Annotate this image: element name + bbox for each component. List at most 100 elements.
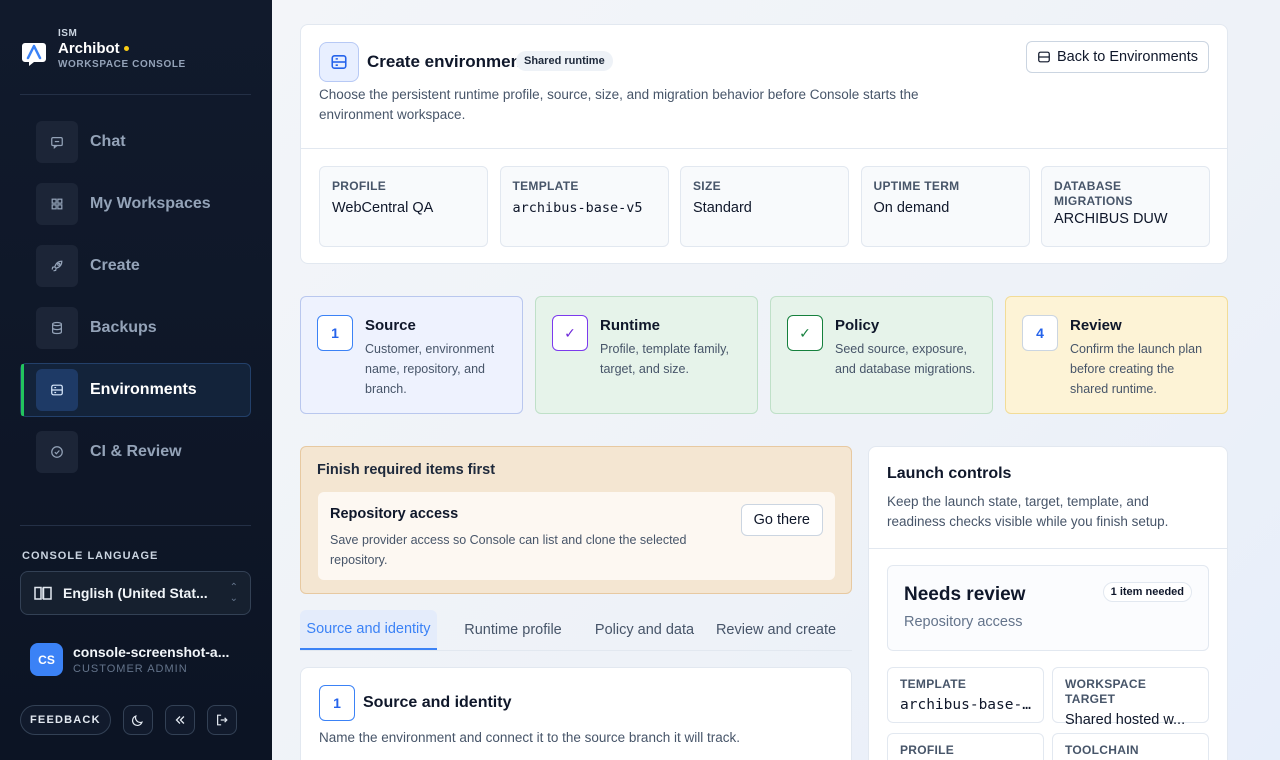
step-description: Customer, environment name, repository, … xyxy=(365,342,495,396)
brand[interactable]: ISM Archibot WORKSPACE CONSOLE xyxy=(20,28,186,70)
required-item-description: Save provider access so Console can list… xyxy=(330,533,687,567)
step-description: Seed source, exposure, and database migr… xyxy=(835,342,976,376)
section-tabs: Source and identity Runtime profile Poli… xyxy=(300,610,852,651)
collapse-sidebar-button[interactable] xyxy=(164,705,195,735)
field-label: TOOLCHAIN xyxy=(1065,743,1139,757)
wizard-steps: 1 Source Customer, environment name, rep… xyxy=(300,296,1228,414)
required-items-panel: Finish required items first Repository a… xyxy=(300,446,852,594)
sidebar-item-ci-review[interactable]: CI & Review xyxy=(20,425,251,479)
tab-review-and-create[interactable]: Review and create xyxy=(700,610,852,650)
summary-size: SIZE Standard xyxy=(680,166,849,247)
summary-template: TEMPLATE archibus-base-v5 xyxy=(499,166,669,247)
summary-database-migrations: DATABASE MIGRATIONS ARCHIBUS DUW xyxy=(1041,166,1210,247)
brand-tag: ISM xyxy=(58,28,78,39)
sidebar-divider xyxy=(20,94,251,95)
sidebar-item-label: Create xyxy=(90,257,140,274)
archibot-logo-icon xyxy=(22,43,46,66)
sidebar-item-chat[interactable]: Chat xyxy=(20,115,251,169)
field-value: WebCentral QA xyxy=(332,200,434,216)
feedback-button[interactable]: FEEDBACK xyxy=(20,705,111,735)
launch-summary: TEMPLATE archibus-base-v5 WORKSPACE TARG… xyxy=(887,667,1209,760)
status-detail: Repository access xyxy=(904,614,1023,630)
theme-toggle-button[interactable] xyxy=(122,705,153,735)
page-title: Create environment xyxy=(367,52,527,71)
page-description: Choose the persistent runtime profile, s… xyxy=(319,87,919,122)
step-review[interactable]: 4 Review Confirm the launch plan before … xyxy=(1005,296,1228,414)
field-label: TEMPLATE xyxy=(900,677,967,691)
launch-toolchain: TOOLCHAIN xyxy=(1052,733,1209,760)
field-label: SIZE xyxy=(693,179,721,193)
field-label: TEMPLATE xyxy=(512,179,579,193)
sidebar-item-label: CI & Review xyxy=(90,443,182,460)
step-title: Review xyxy=(1070,317,1122,334)
language-section-title: CONSOLE LANGUAGE xyxy=(22,550,159,562)
step-runtime[interactable]: ✓ Runtime Profile, template family, targ… xyxy=(535,296,758,414)
language-value: English (United Stat... xyxy=(63,585,208,601)
launch-status: Needs review Repository access 1 item ne… xyxy=(887,565,1209,651)
chevron-updown-icon: ⌃ ⌄ xyxy=(229,582,238,604)
brand-name: Archibot xyxy=(58,40,120,57)
step-title: Runtime xyxy=(600,317,660,334)
sidebar-item-my-workspaces[interactable]: My Workspaces xyxy=(20,177,251,231)
summary-profile: PROFILE WebCentral QA xyxy=(319,166,488,247)
field-label: DATABASE MIGRATIONS xyxy=(1054,179,1133,208)
source-identity-section: 1 Source and identity Name the environme… xyxy=(300,667,852,760)
field-value: ARCHIBUS DUW xyxy=(1054,211,1168,227)
required-item: Repository access Save provider access s… xyxy=(318,492,835,580)
field-value: Shared hosted w... xyxy=(1065,712,1186,728)
step-title: Policy xyxy=(835,317,880,334)
field-label: PROFILE xyxy=(900,743,955,757)
tab-policy-and-data[interactable]: Policy and data xyxy=(589,610,700,650)
field-value: On demand xyxy=(873,200,950,216)
tab-runtime-profile[interactable]: Runtime profile xyxy=(437,610,589,650)
sidebar-item-backups[interactable]: Backups xyxy=(20,301,251,355)
runtime-badge: Shared runtime xyxy=(516,51,613,71)
logout-icon xyxy=(216,714,228,726)
launch-controls-panel: Launch controls Keep the launch state, t… xyxy=(868,446,1228,760)
step-title: Source xyxy=(365,317,416,334)
section-description: Name the environment and connect it to t… xyxy=(319,730,740,745)
divider xyxy=(869,548,1227,549)
launch-profile: PROFILE xyxy=(887,733,1044,760)
server-icon xyxy=(1038,51,1050,63)
check-icon: ✓ xyxy=(787,315,823,351)
sidebar-item-create[interactable]: Create xyxy=(20,239,251,293)
sidebar-item-environments[interactable]: Environments xyxy=(20,363,251,417)
check-circle-icon xyxy=(36,431,78,473)
main-content: Create environment Shared runtime Choose… xyxy=(272,0,1280,760)
database-icon xyxy=(36,307,78,349)
sidebar: ISM Archibot WORKSPACE CONSOLE Chat My W… xyxy=(0,0,272,760)
create-environment-card: Create environment Shared runtime Choose… xyxy=(300,24,1228,264)
rocket-icon xyxy=(36,245,78,287)
go-there-button[interactable]: Go there xyxy=(740,504,823,536)
field-label: WORKSPACE TARGET xyxy=(1065,677,1147,706)
section-number: 1 xyxy=(319,685,355,721)
section-title: Source and identity xyxy=(363,694,512,711)
step-policy[interactable]: ✓ Policy Seed source, exposure, and data… xyxy=(770,296,993,414)
moon-icon xyxy=(131,715,143,726)
user-profile[interactable]: CS console-screenshot-a... CUSTOMER ADMI… xyxy=(30,643,238,676)
required-items-title: Finish required items first xyxy=(317,462,496,478)
status-title: Needs review xyxy=(904,584,1026,605)
field-value: Standard xyxy=(693,200,752,216)
grid-icon xyxy=(36,183,78,225)
tab-source-and-identity[interactable]: Source and identity xyxy=(300,610,437,650)
step-description: Profile, template family, target, and si… xyxy=(600,342,729,376)
field-value: archibus-base-v5 xyxy=(900,697,1031,713)
step-description: Confirm the launch plan before creating … xyxy=(1070,342,1203,396)
sidebar-item-label: Chat xyxy=(90,133,126,150)
sidebar-divider xyxy=(20,525,251,526)
back-to-environments-button[interactable]: Back to Environments xyxy=(1025,41,1209,73)
field-value: archibus-base-v5 xyxy=(512,200,643,216)
sidebar-item-label: My Workspaces xyxy=(90,195,211,212)
status-dot xyxy=(123,46,129,51)
step-source[interactable]: 1 Source Customer, environment name, rep… xyxy=(300,296,523,414)
logout-button[interactable] xyxy=(206,705,237,735)
summary-uptime-term: UPTIME TERM On demand xyxy=(860,166,1030,247)
language-select[interactable]: English (United Stat... ⌃ ⌄ xyxy=(20,571,251,615)
sidebar-item-label: Backups xyxy=(90,319,157,336)
book-icon xyxy=(34,586,52,600)
step-number: 1 xyxy=(317,315,353,351)
required-item-title: Repository access xyxy=(330,506,459,522)
step-number: 4 xyxy=(1022,315,1058,351)
